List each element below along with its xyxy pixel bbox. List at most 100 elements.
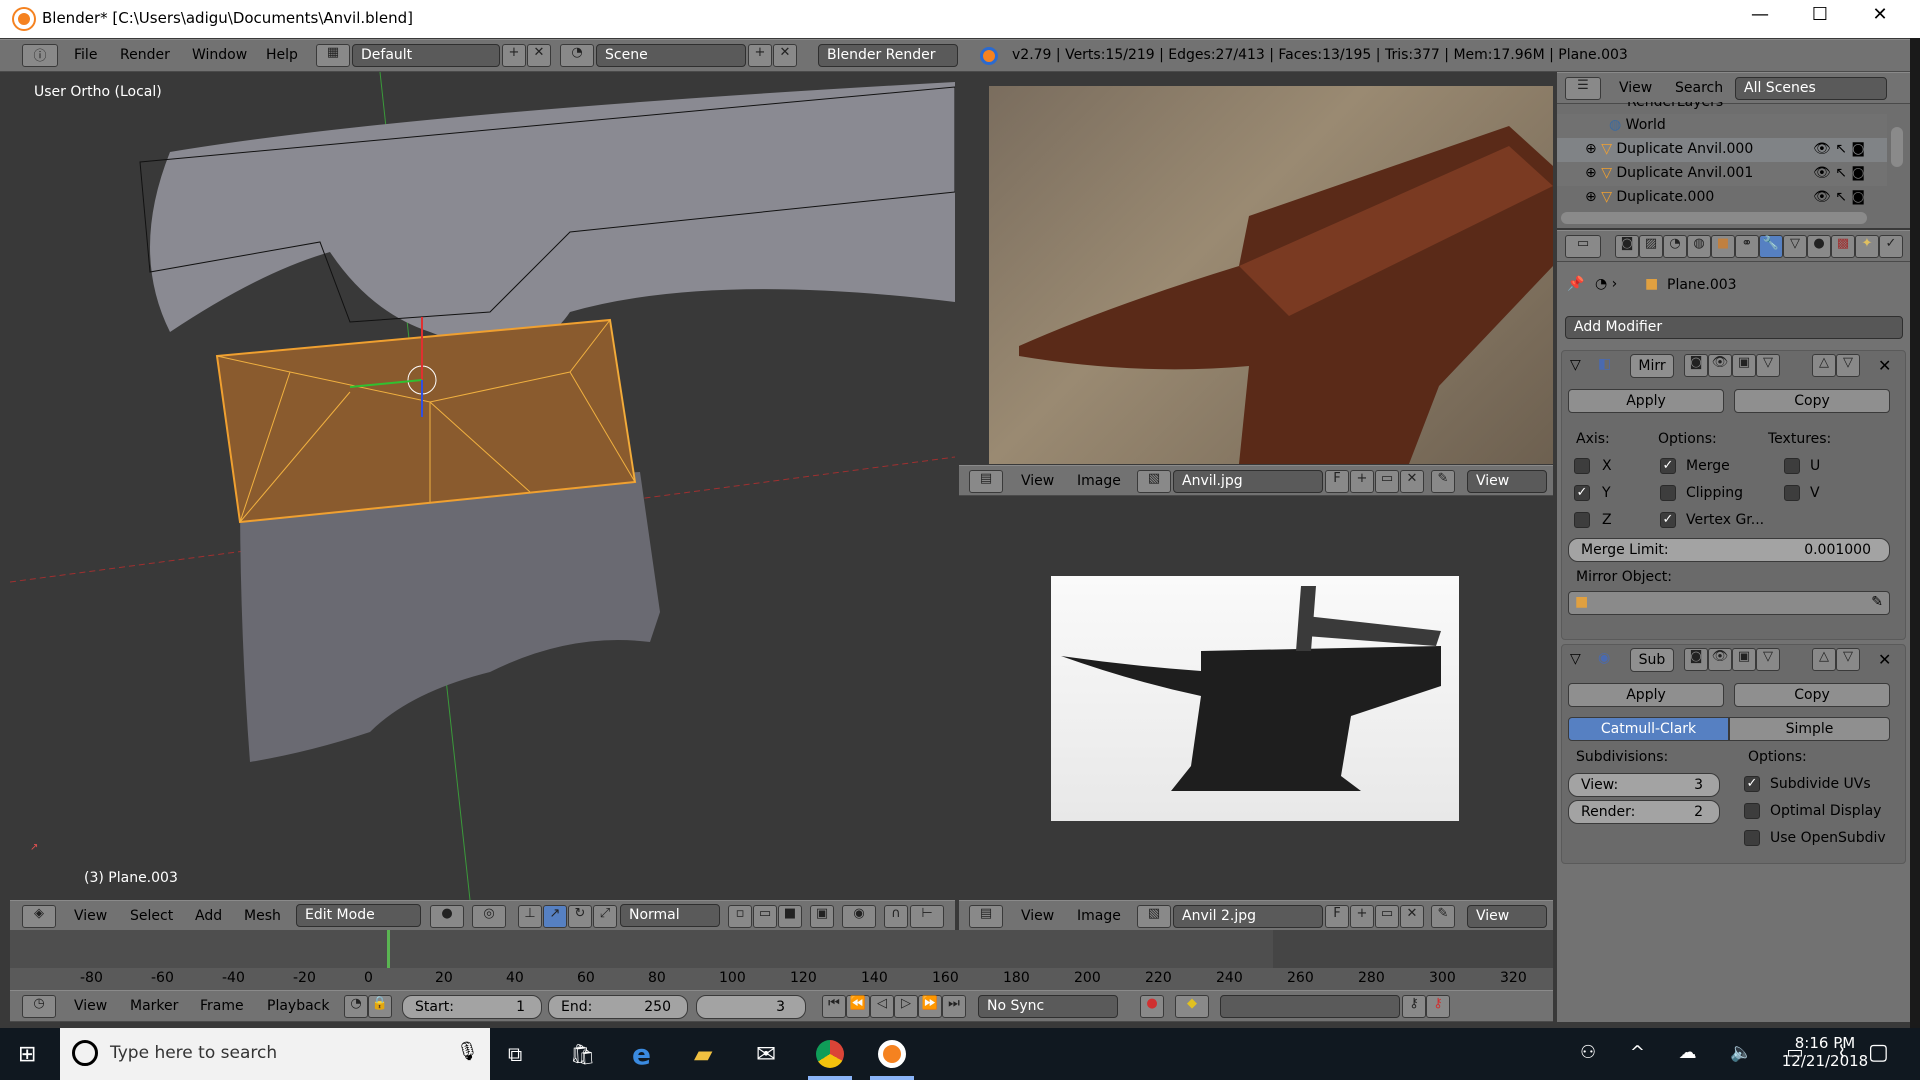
menu-view[interactable]: View [74,908,107,924]
move-down-icon[interactable]: ▽ [1836,354,1860,377]
snap-target-icon[interactable]: ⊢ [910,905,944,928]
move-down-icon[interactable]: ▽ [1836,648,1860,671]
jump-key-forward-icon[interactable]: ⏩ [918,995,942,1018]
mirror-copy-button[interactable]: Copy [1734,389,1890,413]
face-select-icon[interactable]: ■ [778,905,802,928]
visibility-icons[interactable]: 👁 ↖ ◙ [1813,141,1865,157]
merge-limit-field[interactable]: Merge Limit: 0.001000 [1568,538,1890,562]
edge-icon[interactable]: e [632,1038,651,1071]
mode-selector[interactable]: Edit Mode [296,904,421,927]
view-mode-selector[interactable]: View [1467,905,1547,928]
menu-search[interactable]: Search [1675,80,1723,96]
store-icon[interactable]: 🛍 [570,1042,595,1066]
frame-ruler[interactable]: -80 -60 -40 -20 0 20 40 60 80 100 120 140 160 180 200 2… [10,968,1553,990]
jump-key-back-icon[interactable]: ⏪ [846,995,870,1018]
world-tab-icon[interactable]: ◍ [1687,235,1711,258]
taskbar-search[interactable]: Type here to search 🎙 [60,1028,490,1080]
outliner-item-world[interactable]: ◍ World [1557,114,1887,138]
physics-tab-icon[interactable]: ✓ [1879,235,1903,258]
play-reverse-icon[interactable]: ◁ [870,995,894,1018]
pin-icon[interactable]: 📌 [1567,276,1584,292]
outliner-vertical-scrollbar[interactable] [1891,127,1903,167]
image-browse-icon[interactable]: ▧ [1137,470,1171,493]
modifier-name-field[interactable]: Mirr [1630,354,1674,378]
keying-set-field[interactable] [1220,995,1400,1018]
notifications-icon[interactable]: ▢ [1868,1040,1889,1065]
end-frame-field[interactable]: End: 250 [548,995,688,1019]
menu-help[interactable]: Help [266,47,298,63]
chrome-icon[interactable] [816,1040,844,1068]
remove-modifier-icon[interactable]: ✕ [1878,356,1891,375]
unlink-image-icon[interactable]: ✕ [1400,470,1424,493]
add-layout-icon[interactable]: + [502,44,526,67]
manipulator-icon[interactable]: ⊥ [518,905,542,928]
translate-icon[interactable]: ↗ [543,905,567,928]
mail-icon[interactable]: ✉ [756,1040,776,1068]
jump-start-icon[interactable]: ⏮ [822,995,846,1018]
outliner-filter-selector[interactable]: All Scenes [1735,77,1887,100]
particles-tab-icon[interactable]: ✦ [1855,235,1879,258]
preview-range-icon[interactable]: ◔ [344,995,368,1018]
edge-select-icon[interactable]: ▭ [753,905,777,928]
keying-icon[interactable]: ◆ [1175,995,1209,1018]
editmode-toggle-icon[interactable]: ▣ [1732,354,1756,377]
3d-viewport[interactable]: User Ortho (Local) (3) Plane.003 ↗ [10,72,955,900]
modifier-name-field[interactable]: Sub [1630,648,1674,672]
visibility-icons[interactable]: 👁 ↖ ◙ [1813,189,1865,205]
render-layers-tab-icon[interactable]: ▨ [1639,235,1663,258]
editor-type-image-icon[interactable]: ▤ [969,470,1003,493]
editor-type-info-icon[interactable]: ⓘ [22,44,58,67]
scale-icon[interactable]: ⤢ [593,905,617,928]
material-tab-icon[interactable]: ● [1807,235,1831,258]
maximize-button[interactable]: ☐ [1800,4,1840,25]
image-editor-bottom[interactable] [959,496,1553,900]
menu-view[interactable]: View [74,998,107,1014]
catmull-clark-button[interactable]: Catmull-Clark [1568,717,1729,741]
pin-icon[interactable]: ✎ [1431,905,1455,928]
menu-image[interactable]: Image [1077,473,1121,489]
render-toggle-icon[interactable]: ◙ [1684,354,1708,377]
menu-image[interactable]: Image [1077,908,1121,924]
render-toggle-icon[interactable]: ◙ [1684,648,1708,671]
unlink-image-icon[interactable]: ✕ [1400,905,1424,928]
simple-button[interactable]: Simple [1729,717,1890,741]
outliner-item-duplicate-000[interactable]: ⊕ ▽ Duplicate.000 👁 ↖ ◙ [1557,186,1887,210]
windows-start-icon[interactable]: ⊞ [18,1042,36,1067]
menu-render[interactable]: Render [120,47,170,63]
editor-type-outliner-icon[interactable]: ☰ [1565,77,1601,100]
viewport-toggle-icon[interactable]: 👁 [1708,648,1732,671]
insert-key-icon[interactable]: ⚷ [1402,995,1426,1018]
visibility-icons[interactable]: 👁 ↖ ◙ [1813,165,1865,181]
render-tab-icon[interactable]: ◙ [1615,235,1639,258]
timeline[interactable]: -80 -60 -40 -20 0 20 40 60 80 100 120 140 160 180 200 2… [10,930,1553,990]
subsurf-copy-button[interactable]: Copy [1734,683,1890,707]
move-up-icon[interactable]: △ [1812,648,1836,671]
move-up-icon[interactable]: △ [1812,354,1836,377]
data-tab-icon[interactable]: ▽ [1783,235,1807,258]
scene-selector[interactable]: Scene [596,44,746,67]
editmode-toggle-icon[interactable]: ▣ [1732,648,1756,671]
delete-key-icon[interactable]: ⚷ [1426,995,1450,1018]
minimize-button[interactable]: — [1740,4,1780,25]
new-image-icon[interactable]: + [1350,905,1374,928]
layout-icon[interactable]: ▦ [316,44,350,67]
orientation-selector[interactable]: Normal [620,904,720,927]
cage-toggle-icon[interactable]: ▽ [1756,648,1780,671]
open-image-icon[interactable]: ▭ [1375,905,1399,928]
add-modifier-dropdown[interactable]: Add Modifier [1565,316,1903,339]
vertex-select-icon[interactable]: ▫ [728,905,752,928]
new-image-icon[interactable]: + [1350,470,1374,493]
view-mode-selector[interactable]: View [1467,470,1547,493]
constraints-tab-icon[interactable]: ⚭ [1735,235,1759,258]
mirror-apply-button[interactable]: Apply [1568,389,1724,413]
lock-icon[interactable]: 🔒 [368,995,392,1018]
proportional-icon[interactable]: ◉ [842,905,876,928]
view-levels-field[interactable]: View: 3 [1568,773,1720,797]
open-image-icon[interactable]: ▭ [1375,470,1399,493]
task-view-icon[interactable]: ⧉ [508,1042,522,1066]
start-frame-field[interactable]: Start: 1 [402,995,542,1019]
editor-type-properties-icon[interactable]: ▭ [1565,235,1601,258]
menu-file[interactable]: File [74,47,97,63]
snap-icon[interactable]: ∩ [884,905,908,928]
close-button[interactable]: ✕ [1860,4,1900,25]
